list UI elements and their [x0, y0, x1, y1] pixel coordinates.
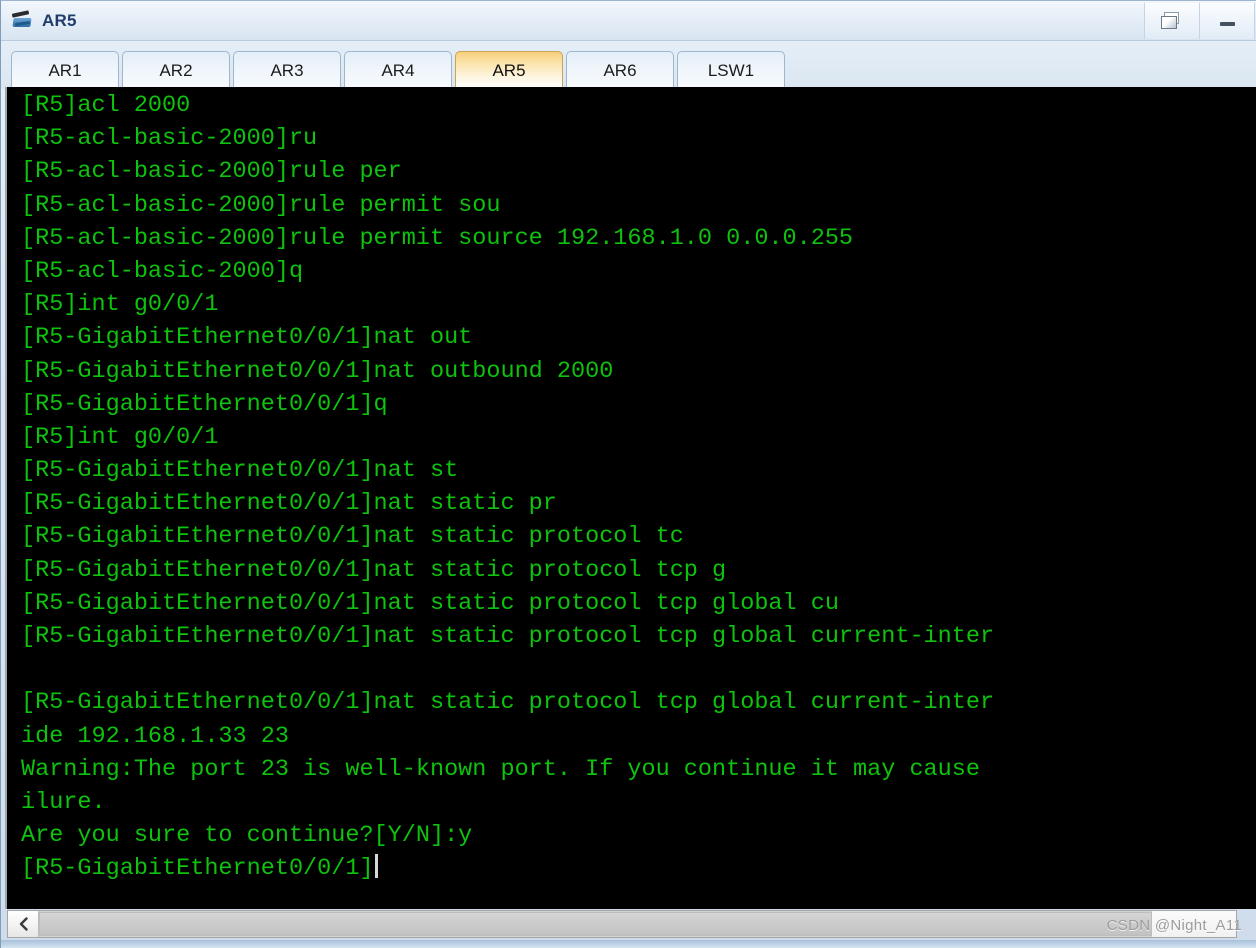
terminal-line-text: [R5]acl 2000 [21, 92, 191, 119]
terminal-line-text: [R5-acl-basic-2000]rule permit sou [21, 191, 501, 219]
terminal-line-text: [R5-GigabitEthernet0/0/1]nat st [21, 457, 459, 485]
tab-label: AR5 [492, 60, 526, 80]
terminal-line-text: [R5-GigabitEthernet0/0/1]nat static prot… [21, 623, 995, 650]
title-bar: AR5 [1, 1, 1256, 41]
tab-ar1[interactable]: AR1 [11, 51, 119, 89]
tab-ar4[interactable]: AR4 [344, 51, 452, 89]
tab-lsw1[interactable]: LSW1 [677, 51, 785, 89]
tab-ar6[interactable]: AR6 [566, 51, 674, 89]
terminal-line-text: [R5-GigabitEthernet0/0/1]nat outbound 20… [21, 357, 614, 385]
terminal-line-text: [R5-GigabitEthernet0/0/1]q [21, 390, 388, 418]
terminal-line-text: [R5-GigabitEthernet0/0/1]nat static pr [21, 490, 557, 518]
terminal-panel: [R5]acl 2000 [R5-acl-basic-2000]ru [R5-acl… [5, 87, 1256, 909]
terminal-line: [R5-acl-basic-2000]rule permit source 19… [21, 222, 1256, 255]
title-bar-left: AR5 [1, 9, 1144, 32]
terminal-line-text: [R5-acl-basic-2000]ru [21, 125, 318, 153]
scrollbar-thumb[interactable] [39, 912, 1153, 936]
terminal-line: [R5-GigabitEthernet0/0/1]nat static prot… [21, 520, 1256, 553]
terminal-line: [R5-GigabitEthernet0/0/1]nat out [21, 321, 1256, 354]
terminal-line-text: [R5-GigabitEthernet0/0/1]nat static prot… [21, 689, 995, 717]
terminal-line: [R5-GigabitEthernet0/0/1]nat static prot… [21, 587, 1256, 620]
minimize-window-button[interactable] [1199, 2, 1255, 39]
terminal-line: Are you sure to continue?[Y/N]:y [21, 819, 1256, 852]
restore-icon [1161, 11, 1183, 30]
terminal-line: [R5]acl 2000 [21, 89, 1256, 122]
tab-label: AR1 [48, 60, 82, 80]
terminal-line-text: [R5-acl-basic-2000]rule per [21, 158, 402, 186]
terminal-line-text: [R5-GigabitEthernet0/0/1]nat static prot… [21, 523, 684, 551]
terminal-line-text: [R5-acl-basic-2000]rule permit source 19… [21, 224, 854, 252]
terminal-line-text: [R5-GigabitEthernet0/0/1] [21, 855, 374, 883]
window-controls [1144, 2, 1255, 39]
minimize-icon [1219, 22, 1235, 26]
text-cursor [374, 854, 378, 879]
terminal-line: [R5-GigabitEthernet0/0/1]nat static prot… [21, 686, 1256, 719]
terminal-line-text: Warning:The port 23 is well-known port. … [21, 755, 980, 783]
router-icon [11, 9, 35, 32]
device-tab-strip: AR1 AR2 AR3 AR4 AR5 AR6 LSW1 [1, 42, 1256, 89]
terminal-line: [R5]int g0/0/1 [21, 288, 1256, 321]
terminal-line: [R5-GigabitEthernet0/0/1]nat static pr [21, 487, 1256, 520]
terminal-line: [R5-acl-basic-2000]rule per [21, 155, 1256, 188]
terminal-line: [R5-GigabitEthernet0/0/1] [21, 852, 1256, 885]
terminal-line: ilure. [21, 786, 1256, 819]
terminal-line-text: [R5-GigabitEthernet0/0/1]nat static prot… [21, 556, 727, 584]
window-bottom-edge [1, 940, 1256, 948]
console-window: AR5 AR1 AR2 AR3 AR4 AR5 AR6 LSW1 [R5]acl 2000[… [0, 0, 1256, 948]
terminal-line: [R5-acl-basic-2000]q [21, 255, 1256, 288]
window-title: AR5 [42, 10, 77, 30]
terminal-line: Warning:The port 23 is well-known port. … [21, 753, 1256, 786]
chevron-left-icon [19, 917, 28, 931]
terminal-line-text: [R5-GigabitEthernet0/0/1]nat static prot… [21, 589, 839, 617]
restore-window-button[interactable] [1144, 2, 1199, 39]
terminal-line: [R5-GigabitEthernet0/0/1]nat st [21, 454, 1256, 487]
terminal-line: ide 192.168.1.33 23 [21, 720, 1256, 753]
terminal-line: [R5]int g0/0/1 [21, 421, 1256, 454]
terminal-line-text: Are you sure to continue?[Y/N]:y [21, 822, 473, 850]
tab-ar3[interactable]: AR3 [233, 51, 341, 89]
scrollbar-track[interactable] [39, 911, 1236, 937]
tab-label: AR3 [270, 60, 304, 80]
tab-label: AR2 [159, 60, 193, 80]
terminal-line: [R5-GigabitEthernet0/0/1]q [21, 388, 1256, 421]
terminal-line: [R5-GigabitEthernet0/0/1]nat static prot… [21, 554, 1256, 587]
terminal-line: [R5-acl-basic-2000]ru [21, 122, 1256, 155]
terminal-line-text: [R5-GigabitEthernet0/0/1]nat out [21, 324, 473, 352]
scrollbar-track-end[interactable] [1152, 911, 1236, 937]
horizontal-scrollbar[interactable] [7, 910, 1237, 938]
terminal-line-text: [R5-acl-basic-2000]q [21, 257, 304, 285]
scroll-left-button[interactable] [8, 911, 39, 937]
terminal-line-text: [R5]int g0/0/1 [21, 423, 219, 451]
tab-label: AR6 [603, 60, 637, 80]
tab-label: AR4 [381, 60, 415, 80]
terminal-line: [R5-GigabitEthernet0/0/1]nat static prot… [21, 620, 1256, 653]
terminal-line: [R5-GigabitEthernet0/0/1]nat outbound 20… [21, 355, 1256, 388]
tab-label: LSW1 [707, 60, 755, 80]
terminal-output[interactable]: [R5]acl 2000 [R5-acl-basic-2000]ru [R5-acl… [7, 87, 1256, 909]
terminal-line-text: [R5]int g0/0/1 [21, 291, 219, 319]
tab-ar5[interactable]: AR5 [455, 51, 563, 89]
tab-ar2[interactable]: AR2 [122, 51, 230, 89]
terminal-line: [R5-acl-basic-2000]rule permit sou [21, 189, 1256, 222]
terminal-line-text: ilure. [21, 788, 106, 816]
terminal-line-text: ide 192.168.1.33 23 [21, 722, 289, 750]
